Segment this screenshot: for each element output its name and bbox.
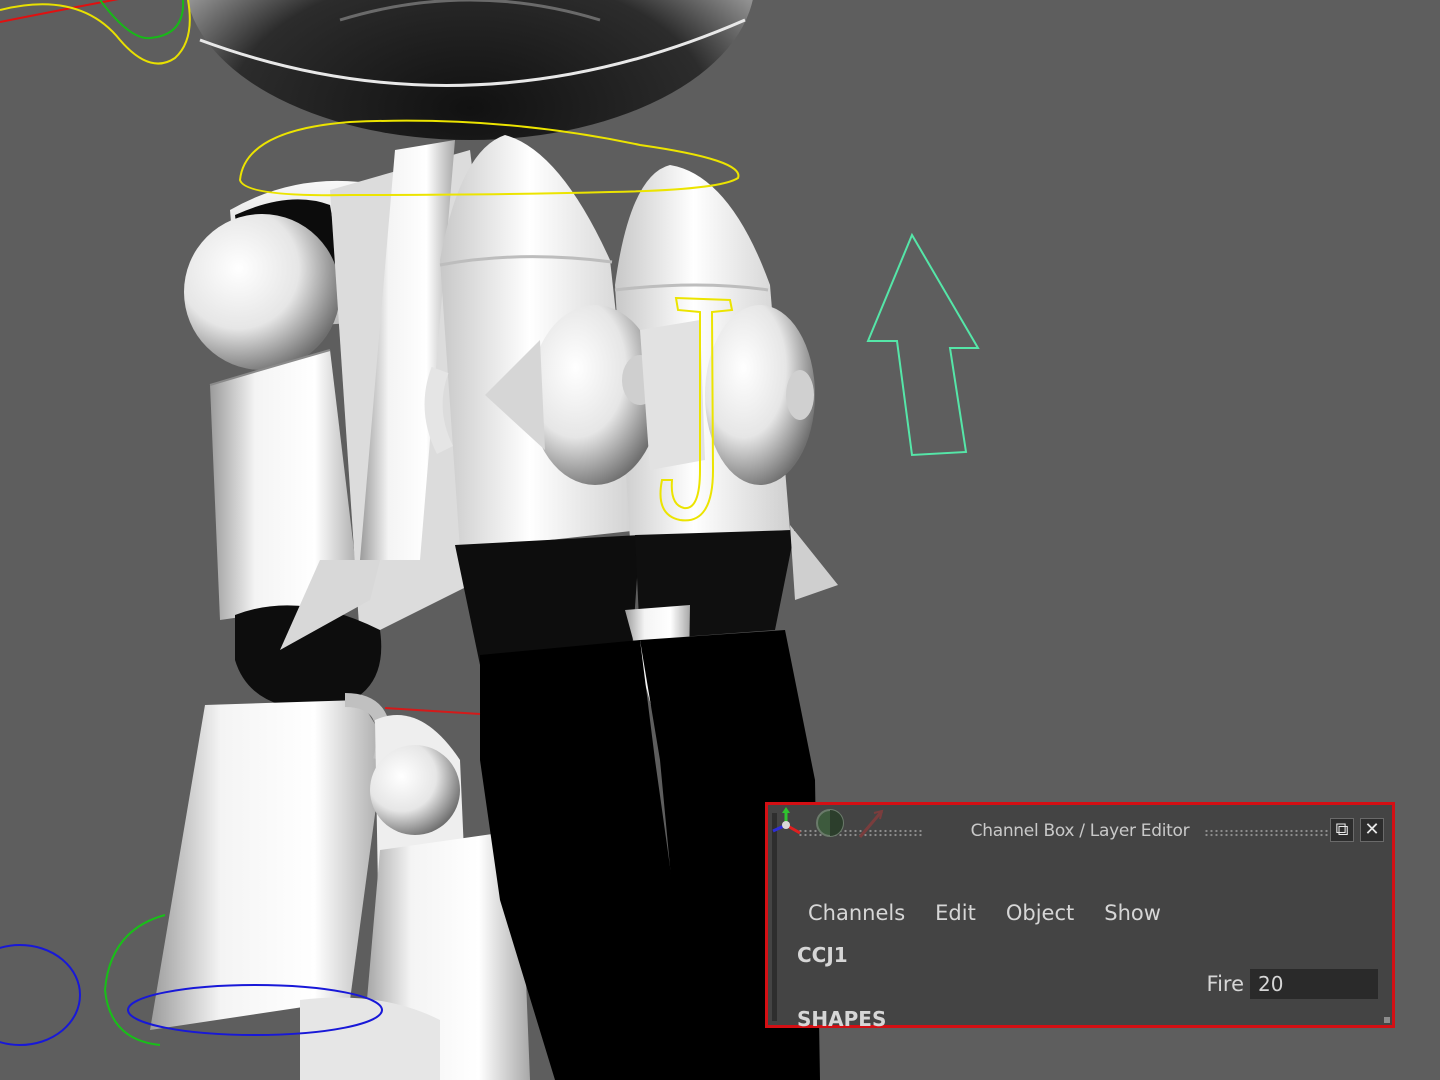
curve-tool-icon[interactable] — [858, 809, 884, 838]
close-panel-button[interactable]: ✕ — [1360, 818, 1384, 842]
display-layer-icon[interactable] — [816, 809, 844, 837]
selected-object-name[interactable]: CCJ1 — [797, 943, 848, 967]
menu-show[interactable]: Show — [1104, 901, 1161, 931]
attribute-value-field[interactable] — [1250, 969, 1378, 999]
channel-box-panel[interactable]: Channel Box / Layer Editor ⧉ ✕ Channels … — [765, 802, 1395, 1031]
3d-viewport[interactable]: Channel Box / Layer Editor ⧉ ✕ Channels … — [0, 0, 1440, 1080]
channel-box-menubar: Channels Edit Object Show — [808, 901, 1161, 931]
menu-channels[interactable]: Channels — [808, 901, 905, 931]
close-icon: ✕ — [1364, 819, 1380, 840]
channel-box-toolbar — [772, 807, 884, 838]
axis-gizmo-icon[interactable] — [772, 807, 801, 835]
panel-dock-strip[interactable] — [772, 813, 777, 1021]
panel-drag-grip-right[interactable] — [1204, 829, 1328, 837]
menu-edit[interactable]: Edit — [935, 901, 976, 931]
restore-window-button[interactable]: ⧉ — [1330, 818, 1354, 842]
restore-icon: ⧉ — [1335, 819, 1349, 840]
panel-resize-handle[interactable] — [1384, 1017, 1390, 1023]
menu-object[interactable]: Object — [1006, 901, 1074, 931]
attribute-label[interactable]: Fire — [1207, 972, 1244, 996]
shapes-section-header[interactable]: SHAPES — [797, 1007, 886, 1031]
attribute-row-fire[interactable]: Fire — [1207, 969, 1378, 999]
